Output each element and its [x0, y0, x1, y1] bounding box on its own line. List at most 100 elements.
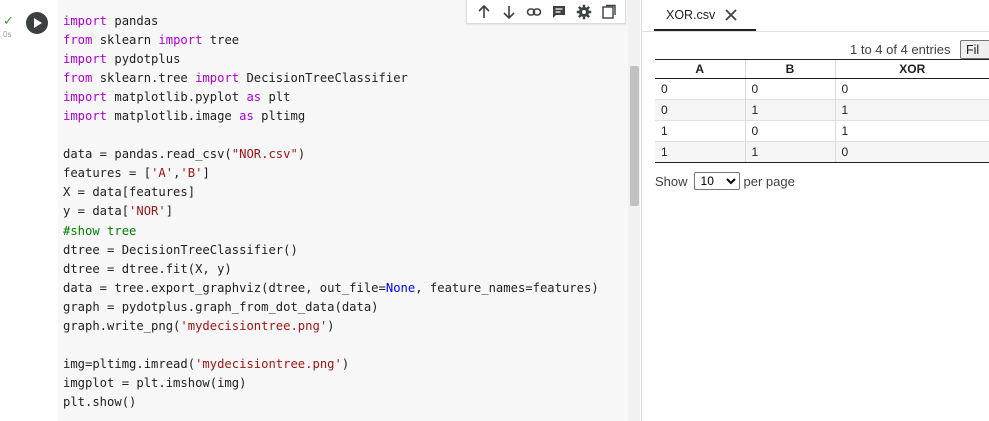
code-token: graph.write_png( — [63, 318, 181, 333]
table-cell: 0 — [655, 78, 745, 100]
per-page-label: per page — [743, 173, 795, 189]
code-token: matplotlib.pyplot — [107, 90, 247, 105]
copy-link-button[interactable] — [524, 2, 544, 22]
column-header-xor[interactable]: XOR — [834, 59, 989, 79]
code-token: ) — [327, 318, 335, 333]
run-success-check-icon: ✓ — [3, 14, 14, 29]
code-line: data = tree.export_graphviz(dtree, out_f… — [63, 279, 599, 298]
code-token: ) — [341, 356, 350, 371]
code-line: dtree = dtree.fit(X, y) — [63, 260, 599, 279]
code-token: from — [63, 71, 93, 86]
code-token: import — [195, 71, 240, 86]
table-cell: 0 — [655, 99, 745, 121]
code-token: data = pandas.read_csv( — [63, 147, 232, 162]
table-cell: 1 — [744, 141, 835, 163]
settings-icon — [576, 4, 591, 19]
code-token: graph = pydotplus.graph_from_dot_data(da… — [63, 299, 379, 314]
run-cell-button[interactable] — [26, 12, 48, 34]
code-token: matplotlib.image — [107, 109, 240, 124]
code-token: 'B' — [180, 166, 203, 181]
code-token: X = data[features] — [63, 185, 196, 200]
code-token: y = data[ — [63, 204, 130, 219]
file-tab-xor-csv[interactable]: XOR.csv — [654, 0, 756, 31]
link-icon — [526, 7, 541, 16]
code-token: import — [63, 52, 108, 67]
paging-controls: Show 10 per page — [655, 172, 795, 190]
code-line: graph.write_png('mydecisiontree.png') — [63, 317, 599, 336]
table-cell: 0 — [744, 120, 835, 142]
file-viewer-pane: XOR.csv 1 to 4 of 4 entries Fil A B XOR … — [642, 0, 989, 421]
code-token: tree — [202, 33, 240, 48]
code-scrollbar-thumb[interactable] — [630, 66, 639, 206]
code-line: dtree = DecisionTreeClassifier() — [63, 241, 599, 260]
code-token: import — [63, 109, 108, 124]
code-line: imgplot = plt.imshow(img) — [63, 374, 599, 393]
table-cell: 1 — [834, 120, 989, 142]
code-token: 'A' — [151, 166, 174, 181]
code-token: import — [63, 14, 108, 28]
code-line: features = ['A','B'] — [63, 164, 599, 183]
code-token: DecisionTreeClassifier — [239, 71, 408, 86]
code-token: 'NOR' — [129, 204, 166, 219]
table-cell: 0 — [834, 78, 989, 100]
code-line: img=pltimg.imread('mydecisiontree.png') — [63, 355, 599, 374]
code-line: data = pandas.read_csv("NOR.csv") — [63, 145, 599, 164]
move-cell-down-button[interactable] — [499, 2, 519, 22]
close-icon[interactable] — [724, 8, 738, 22]
table-cell: 1 — [834, 99, 989, 121]
code-line: y = data['NOR'] — [63, 202, 599, 221]
filter-button[interactable]: Fil — [960, 40, 989, 59]
code-token: 'mydecisiontree.png' — [180, 318, 328, 333]
code-token: "NOR.csv" — [231, 147, 298, 162]
code-token: #show tree — [63, 223, 137, 238]
code-token: img=pltimg.imread( — [63, 356, 196, 371]
cell-toolbar — [466, 0, 626, 24]
entries-info: 1 to 4 of 4 entries — [850, 42, 951, 57]
code-line: plt.show() — [63, 393, 599, 412]
move-down-icon — [502, 5, 515, 19]
code-line: X = data[features] — [63, 183, 599, 202]
move-up-icon — [477, 4, 490, 18]
code-line: from sklearn.tree import DecisionTreeCla… — [63, 69, 599, 88]
code-token: plt — [261, 90, 291, 105]
code-token: import — [63, 90, 108, 105]
code-token: None — [385, 280, 416, 295]
tab-divider — [642, 31, 989, 32]
code-line: import matplotlib.pyplot as plt — [63, 88, 599, 107]
code-scrollbar-track[interactable] — [628, 0, 640, 421]
code-line: graph = pydotplus.graph_from_dot_data(da… — [63, 298, 599, 317]
comment-icon — [552, 5, 565, 18]
code-token: from — [63, 33, 93, 48]
code-token: ) — [297, 147, 306, 162]
code-token: 'mydecisiontree.png' — [195, 356, 342, 371]
table-cell: 1 — [744, 99, 835, 121]
column-header-b[interactable]: B — [744, 59, 835, 79]
code-line: import pydotplus — [63, 50, 599, 69]
page-size-select[interactable]: 10 — [693, 172, 740, 190]
code-token: as — [239, 109, 254, 124]
code-line: import matplotlib.image as pltimg — [63, 107, 599, 126]
code-token: , feature_names=features) — [415, 280, 599, 295]
code-token: as — [246, 90, 262, 105]
code-editor[interactable]: import pandas from sklearn import tree imp… — [58, 0, 628, 421]
table-header-row: A B XOR — [655, 59, 989, 79]
cell-gutter: ✓ 0s — [0, 0, 58, 421]
mirror-cell-button[interactable] — [599, 2, 619, 22]
code-token: data = tree.export_graphviz(dtree, out_f… — [63, 280, 386, 295]
cell-settings-button[interactable] — [574, 2, 594, 22]
code-token: ] — [202, 166, 210, 181]
code-line: from sklearn import tree — [63, 31, 599, 50]
code-token: sklearn — [92, 33, 159, 48]
move-cell-up-button[interactable] — [474, 2, 494, 22]
code-token: pydotplus — [107, 52, 181, 67]
table-cell: 1 — [655, 141, 745, 163]
code-token: pandas — [107, 14, 159, 28]
add-comment-button[interactable] — [549, 2, 569, 22]
table-row: 1 1 0 — [655, 141, 989, 163]
table-row: 1 0 1 — [655, 120, 989, 142]
column-header-a[interactable]: A — [655, 59, 745, 79]
code-text[interactable]: import pandas from sklearn import tree imp… — [63, 12, 599, 412]
mirror-cell-icon — [601, 4, 616, 19]
